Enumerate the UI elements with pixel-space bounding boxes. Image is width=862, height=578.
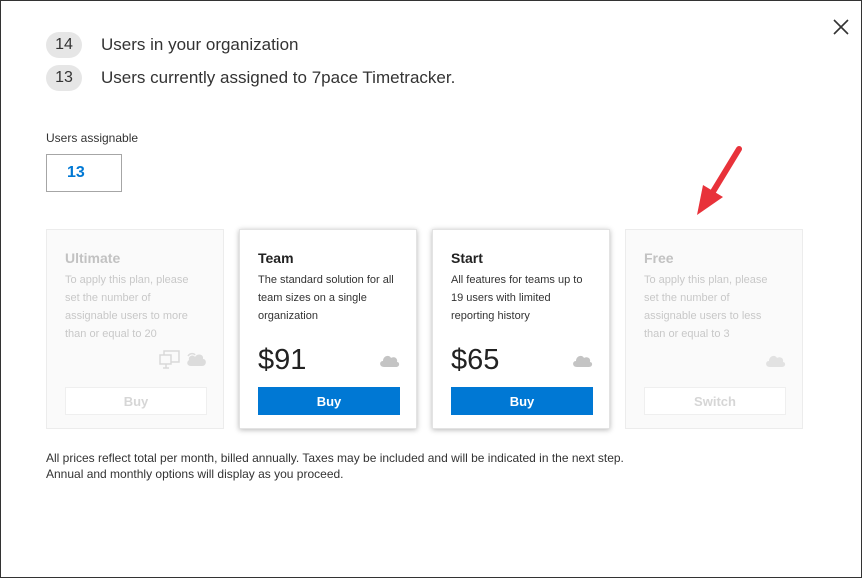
- devices-icon: [159, 350, 180, 369]
- ultimate-buy-button[interactable]: Buy: [65, 387, 207, 415]
- plan-description: All features for teams up to 19 users wi…: [451, 274, 583, 322]
- plan-description: The standard solution for all team sizes…: [258, 274, 394, 322]
- team-buy-button[interactable]: Buy: [258, 387, 400, 415]
- plan-title: Team: [258, 250, 294, 266]
- plan-description: To apply this plan, please set the numbe…: [644, 274, 768, 340]
- plan-description: To apply this plan, please set the numbe…: [65, 274, 189, 340]
- footnote-line: Annual and monthly options will display …: [46, 467, 344, 481]
- plan-price: $91: [258, 344, 307, 376]
- plan-title: Free: [644, 250, 674, 266]
- plan-title: Start: [451, 250, 483, 266]
- plan-card-team: Team The standard solution for all team …: [239, 229, 417, 429]
- pricing-dialog: 14 Users in your organization 13 Users c…: [0, 0, 862, 578]
- plan-card-free: Free To apply this plan, please set the …: [625, 229, 803, 429]
- plan-card-start: Start All features for teams up to 19 us…: [432, 229, 610, 429]
- users-assignable-label: Users assignable: [46, 131, 139, 145]
- cloud-icon: [187, 352, 206, 366]
- free-switch-button[interactable]: Switch: [644, 387, 786, 415]
- cloud-icon: [766, 355, 786, 367]
- org-users-count-badge: 14: [46, 32, 82, 58]
- close-icon: [833, 19, 849, 35]
- close-button[interactable]: [829, 15, 853, 39]
- assigned-users-stat: 13 Users currently assigned to 7pace Tim…: [46, 65, 455, 91]
- footnote-line: All prices reflect total per month, bill…: [46, 451, 624, 465]
- plan-card-ultimate: Ultimate To apply this plan, please set …: [46, 229, 224, 429]
- org-users-label: Users in your organization: [101, 35, 299, 54]
- assigned-users-label: Users currently assigned to 7pace Timetr…: [101, 68, 456, 87]
- users-assignable-input[interactable]: [46, 154, 122, 192]
- assigned-users-count-badge: 13: [46, 65, 82, 91]
- cloud-icon: [380, 355, 400, 367]
- pricing-footnote: All prices reflect total per month, bill…: [46, 450, 624, 482]
- red-arrow-annotation: [697, 146, 742, 215]
- cloud-icon: [573, 355, 593, 367]
- plan-price: $65: [451, 344, 500, 376]
- plan-title: Ultimate: [65, 250, 121, 266]
- org-users-stat: 14 Users in your organization: [46, 32, 298, 58]
- start-buy-button[interactable]: Buy: [451, 387, 593, 415]
